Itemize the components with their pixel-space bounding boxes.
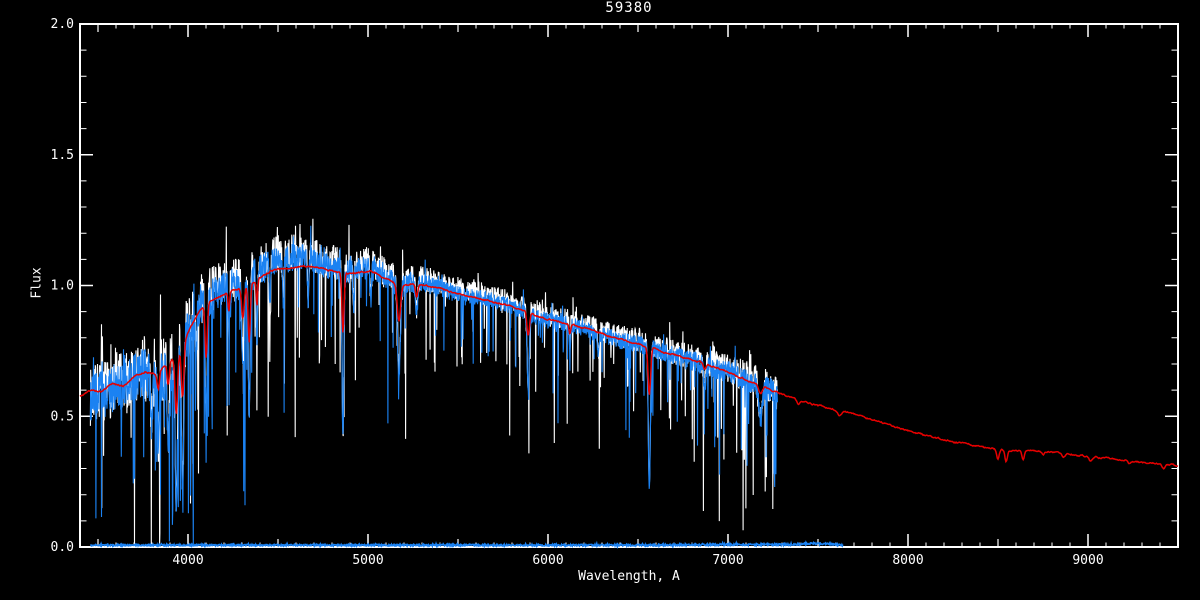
y-tick-label-2.0: 2.0	[51, 17, 74, 32]
x-tick-label-7000: 7000	[712, 553, 743, 568]
x-tick-label-6000: 6000	[532, 553, 563, 568]
y-tick-label-1.5: 1.5	[51, 148, 74, 163]
y-tick-label-1.0: 1.0	[51, 279, 74, 294]
x-tick-label-8000: 8000	[892, 553, 923, 568]
y-tick-label-0.0: 0.0	[51, 540, 74, 555]
x-tick-label-9000: 9000	[1072, 553, 1103, 568]
x-tick-label-5000: 5000	[352, 553, 383, 568]
spectrum-viewer: 59380 Flux Wavelength, A 400050006000700…	[0, 0, 1200, 600]
y-tick-label-0.5: 0.5	[51, 409, 74, 424]
spectrum-plot-canvas: 4000 5000 6000 7000 8000 9000 0.0 0.5 1.0 1.5 2.0	[0, 0, 1200, 600]
error-spectrum-path	[90, 543, 842, 547]
series-group	[80, 219, 1178, 546]
x-tick-label-4000: 4000	[172, 553, 203, 568]
